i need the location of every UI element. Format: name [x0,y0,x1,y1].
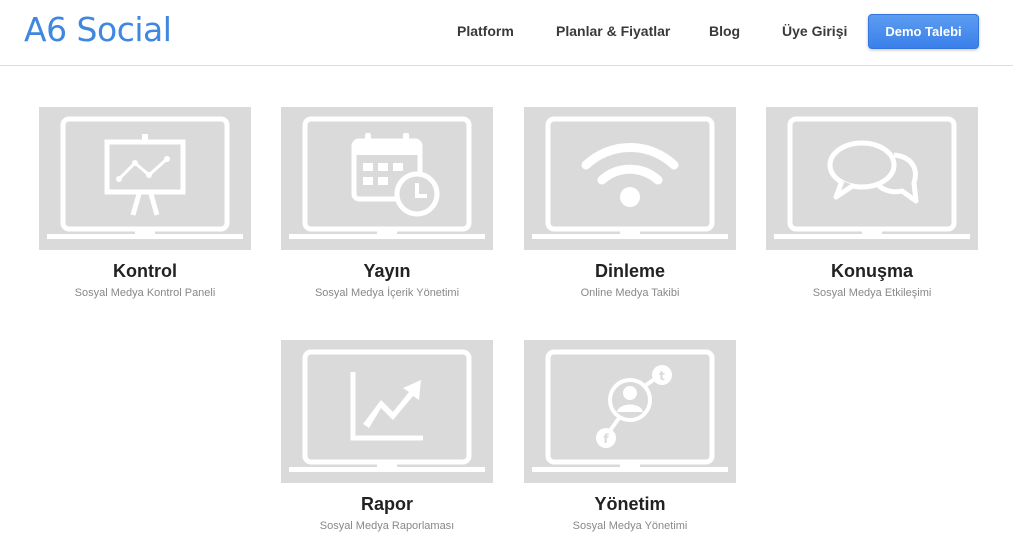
nav-member-login[interactable]: Üye Girişi [782,23,847,39]
card-title: Konuşma [830,261,913,281]
svg-text:t: t [659,369,665,383]
nav-plans-pricing[interactable]: Planlar & Fiyatlar [556,23,670,39]
card-yonetim[interactable]: t f Yönetim Sosyal Medya Yönetimi [524,340,736,532]
card-thumbnail [524,107,736,250]
trend-chart-icon [350,372,423,441]
card-thumbnail [281,107,493,250]
presentation-chart-icon [104,134,186,216]
wifi-icon [581,143,679,207]
card-yayin[interactable]: Yayın Sosyal Medya İçerik Yönetimi [281,107,493,299]
card-subtitle: Sosyal Medya Yönetimi [572,520,688,532]
card-thumbnail [39,107,251,250]
nav-platform[interactable]: Platform [457,23,514,39]
card-konusma[interactable]: Konuşma Sosyal Medya Etkileşimi [766,107,978,299]
card-subtitle: Online Medya Takibi [580,287,680,299]
card-dinleme[interactable]: Dinleme Online Medya Takibi [524,107,736,299]
card-subtitle: Sosyal Medya Kontrol Paneli [74,287,216,299]
logo[interactable]: A6 Social [24,10,172,49]
chat-bubbles-icon [827,140,919,204]
card-title: Yönetim [594,494,666,514]
card-thumbnail [766,107,978,250]
svg-text:f: f [603,432,609,446]
demo-request-button[interactable]: Demo Talebi [868,14,979,49]
social-network-icon: t f [596,365,672,448]
card-title: Dinleme [594,261,666,281]
card-rapor[interactable]: Rapor Sosyal Medya Raporlaması [281,340,493,532]
card-title: Kontrol [113,261,177,281]
card-kontrol[interactable]: Kontrol Sosyal Medya Kontrol Paneli [39,107,251,299]
nav-blog[interactable]: Blog [709,23,740,39]
card-subtitle: Sosyal Medya Raporlaması [319,520,455,532]
card-title: Yayın [363,261,411,281]
site-header: A6 Social Platform Planlar & Fiyatlar Bl… [0,0,1013,66]
card-thumbnail [281,340,493,483]
calendar-clock-icon [351,133,440,217]
card-thumbnail: t f [524,340,736,483]
card-title: Rapor [360,494,413,514]
card-subtitle: Sosyal Medya İçerik Yönetimi [314,287,460,299]
card-subtitle: Sosyal Medya Etkileşimi [812,287,932,299]
